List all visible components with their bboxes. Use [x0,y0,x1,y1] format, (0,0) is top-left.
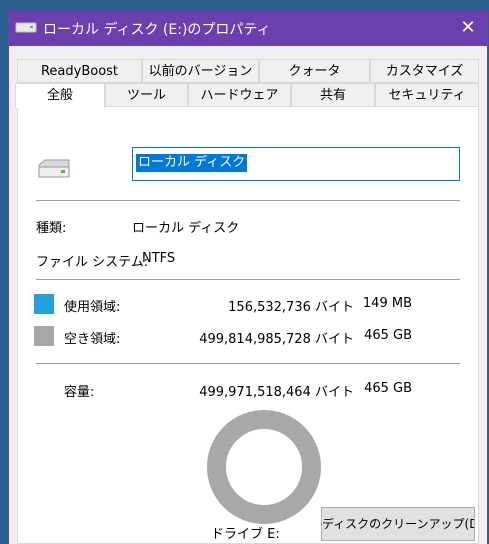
tab-previous-versions[interactable]: 以前のバージョン [142,59,259,83]
filesystem-value: NTFS [142,251,176,266]
capacity-size: 465 GB [364,381,412,396]
capacity-label: 容量: [64,385,95,400]
used-space-size: 149 MB [362,296,412,311]
window-title: ローカル ディスク (E:)のプロパティ [43,22,271,38]
separator [36,279,460,280]
free-space-label: 空き領域: [64,332,121,347]
tab-tools[interactable]: ツール [105,83,188,107]
free-space-bytes: 499,814,985,728 バイト [199,332,354,347]
free-space-swatch [34,326,54,346]
separator [36,363,460,364]
drive-icon [15,22,37,33]
tab-hardware[interactable]: ハードウェア [188,83,291,107]
close-button[interactable]: ✕ [449,10,487,46]
filesystem-label: ファイル システム: [36,255,149,270]
separator [36,200,460,201]
usage-donut-chart [207,410,321,524]
drive-label: ドライブ E: [211,527,280,542]
disk-cleanup-button[interactable]: ディスクのクリーンアップ(D) [321,507,475,541]
tab-readyboost[interactable]: ReadyBoost [17,59,142,83]
tab-security[interactable]: セキュリティ [375,83,479,107]
general-panel: ローカル ディスク 種類: ローカル ディスク ファイル システム: NTFS … [17,106,479,544]
drive-icon [38,159,70,178]
volume-name-input[interactable]: ローカル ディスク [132,147,460,181]
type-label: 種類: [36,221,67,236]
free-space-size: 465 GB [364,328,412,343]
tab-sharing[interactable]: 共有 [291,83,375,107]
tab-general[interactable]: 全般 [15,83,105,108]
type-value: ローカル ディスク [132,221,240,236]
tab-quota[interactable]: クォータ [259,59,370,83]
volume-name-value: ローカル ディスク [136,154,248,172]
title-bar: ローカル ディスク (E:)のプロパティ ✕ [9,10,487,46]
close-icon: ✕ [460,17,476,38]
used-space-label: 使用領域: [64,300,121,315]
properties-window: ローカル ディスク (E:)のプロパティ ✕ ReadyBoost 以前のバージ… [8,10,488,544]
used-space-swatch [34,294,54,314]
capacity-bytes: 499,971,518,464 バイト [199,385,354,400]
tab-customize[interactable]: カスタマイズ [370,59,479,83]
used-space-bytes: 156,532,736 バイト [228,300,354,315]
